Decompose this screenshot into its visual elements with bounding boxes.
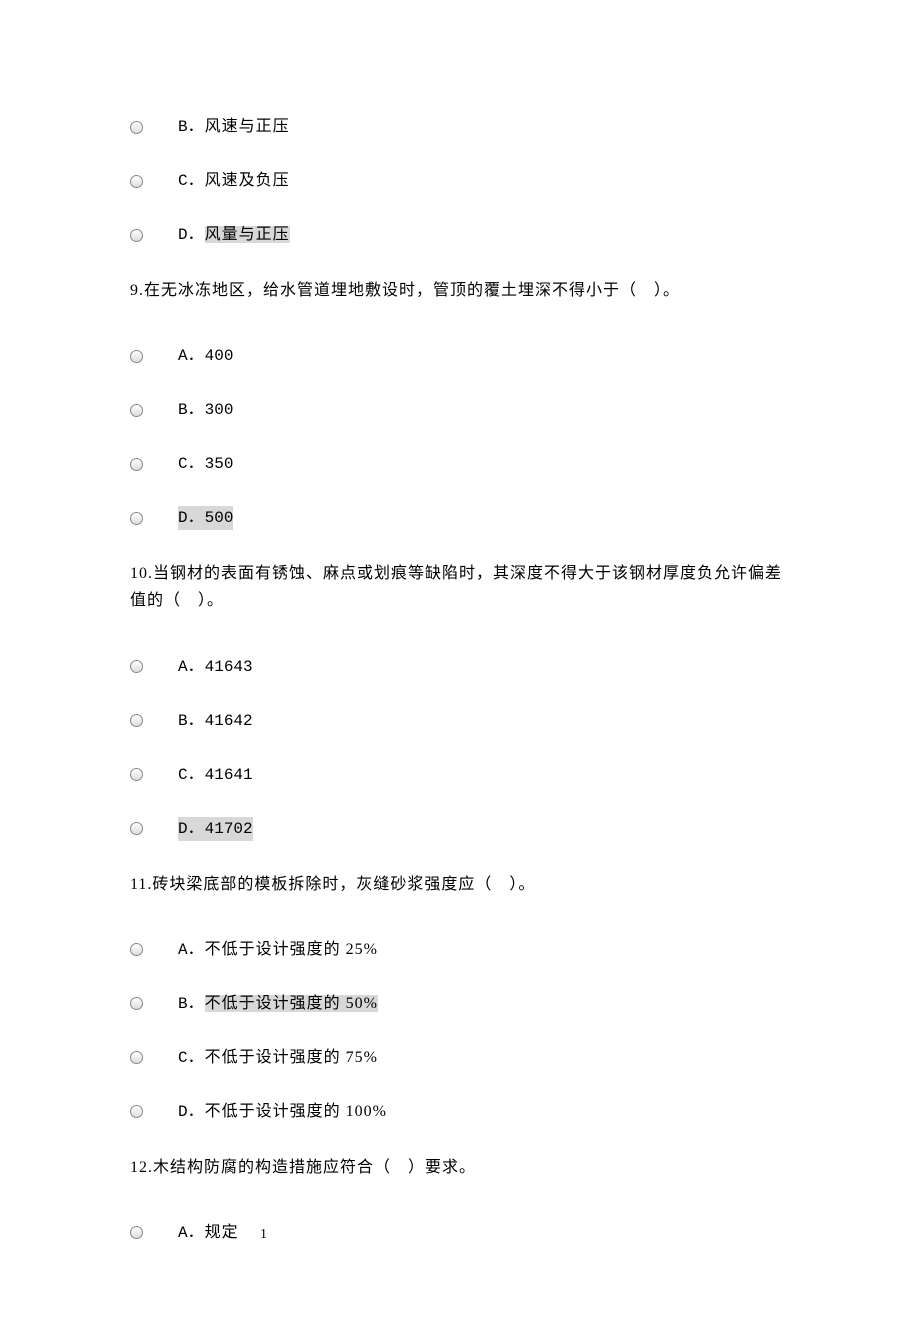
q9-option-b: B．300 (130, 398, 790, 422)
option-label: A．规定 (178, 1221, 239, 1245)
radio-icon[interactable] (130, 768, 143, 781)
radio-icon[interactable] (130, 822, 143, 835)
q9-option-a: A．400 (130, 344, 790, 368)
radio-icon[interactable] (130, 350, 143, 363)
option-label: D．41702 (178, 817, 253, 841)
q10-option-b: B．41642 (130, 709, 790, 733)
option-label: A．不低于设计强度的 25% (178, 938, 378, 962)
q9-option-d: D．500 (130, 506, 790, 530)
radio-icon[interactable] (130, 512, 143, 525)
radio-icon[interactable] (130, 404, 143, 417)
q10-option-d: D．41702 (130, 817, 790, 841)
q9-text: 9.在无冰冻地区，给水管道埋地敷设时，管顶的覆土埋深不得小于（ ）。 (130, 277, 790, 304)
q12-option-a: A．规定 (130, 1221, 790, 1245)
radio-icon[interactable] (130, 997, 143, 1010)
q8-option-c: C．风速及负压 (130, 169, 790, 193)
q8-option-d: D．风量与正压 (130, 223, 790, 247)
q10-option-c: C．41641 (130, 763, 790, 787)
option-label: C．风速及负压 (178, 169, 290, 193)
q11-text: 11.砖块梁底部的模板拆除时，灰缝砂浆强度应（ ）。 (130, 871, 790, 898)
page-number: 1 (260, 1224, 267, 1245)
radio-icon[interactable] (130, 175, 143, 188)
radio-icon[interactable] (130, 458, 143, 471)
option-label: D．风量与正压 (178, 223, 290, 247)
radio-icon[interactable] (130, 943, 143, 956)
q12-text: 12.木结构防腐的构造措施应符合（ ）要求。 (130, 1154, 790, 1181)
radio-icon[interactable] (130, 660, 143, 673)
q10-option-a: A．41643 (130, 655, 790, 679)
option-label: B．41642 (178, 709, 253, 733)
option-label: D．500 (178, 506, 233, 530)
option-label: C．41641 (178, 763, 253, 787)
option-label: C．不低于设计强度的 75% (178, 1046, 378, 1070)
q11-option-b: B．不低于设计强度的 50% (130, 992, 790, 1016)
option-label: D．不低于设计强度的 100% (178, 1100, 387, 1124)
option-label: B．300 (178, 398, 233, 422)
option-label: A．41643 (178, 655, 253, 679)
radio-icon[interactable] (130, 121, 143, 134)
radio-icon[interactable] (130, 1226, 143, 1239)
q11-option-c: C．不低于设计强度的 75% (130, 1046, 790, 1070)
q11-option-a: A．不低于设计强度的 25% (130, 938, 790, 962)
q10-text: 10.当钢材的表面有锈蚀、麻点或划痕等缺陷时，其深度不得大于该钢材厚度负允许偏差… (130, 560, 790, 614)
radio-icon[interactable] (130, 714, 143, 727)
radio-icon[interactable] (130, 1051, 143, 1064)
radio-icon[interactable] (130, 229, 143, 242)
option-label: B．不低于设计强度的 50% (178, 992, 378, 1016)
option-label: C．350 (178, 452, 233, 476)
radio-icon[interactable] (130, 1105, 143, 1118)
q9-option-c: C．350 (130, 452, 790, 476)
q11-option-d: D．不低于设计强度的 100% (130, 1100, 790, 1124)
option-label: A．400 (178, 344, 233, 368)
q8-option-b: B．风速与正压 (130, 115, 790, 139)
option-label: B．风速与正压 (178, 115, 290, 139)
